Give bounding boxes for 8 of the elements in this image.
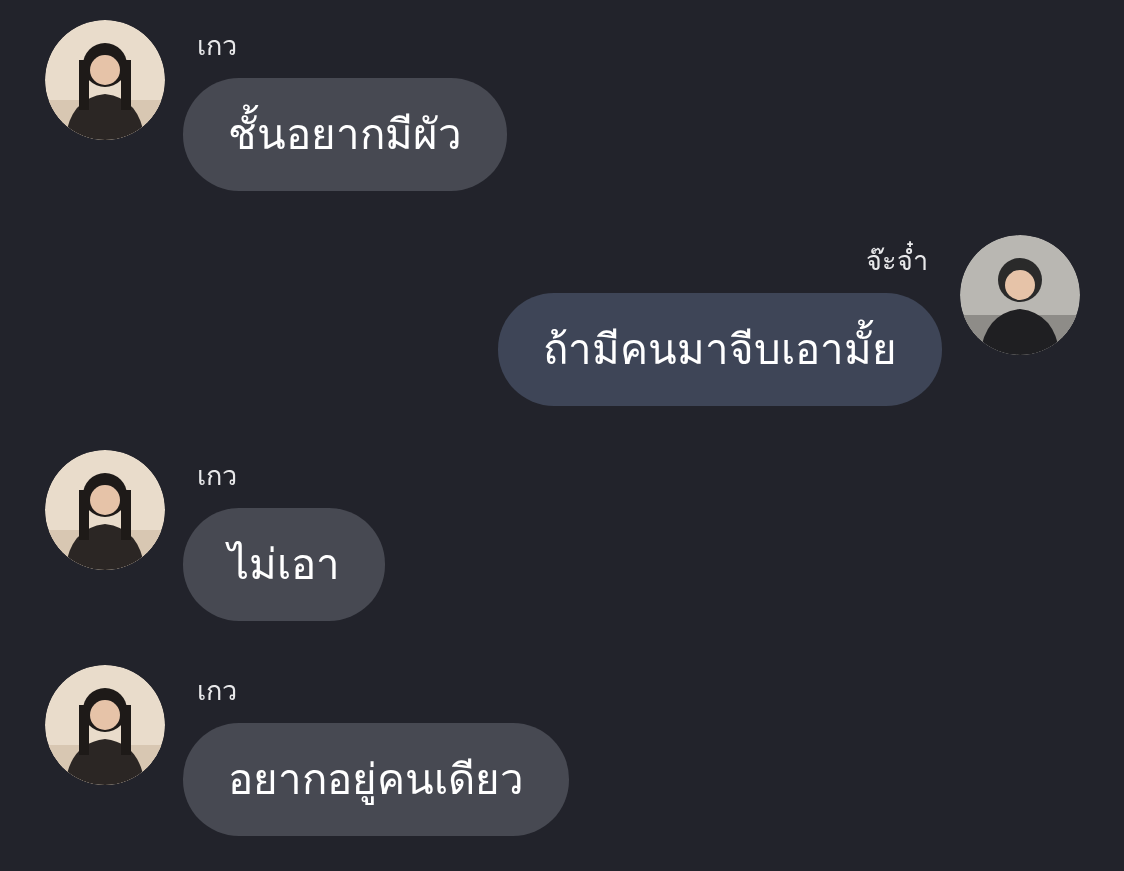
message-bubble: อยากอยู่คนเดียว bbox=[183, 723, 569, 836]
message-bubble: ไม่เอา bbox=[183, 508, 385, 621]
sender-name: จ๊ะจ๋ำ bbox=[866, 235, 942, 293]
sender-name: เกว bbox=[196, 674, 237, 708]
sender-name: เกว bbox=[196, 459, 237, 493]
message-bubble: ถ้ามีคนมาจีบเอามั้ย bbox=[498, 293, 942, 406]
message-bubble: ชั้นอยากมีผัว bbox=[183, 78, 507, 191]
sender-name: เกว bbox=[196, 29, 237, 63]
